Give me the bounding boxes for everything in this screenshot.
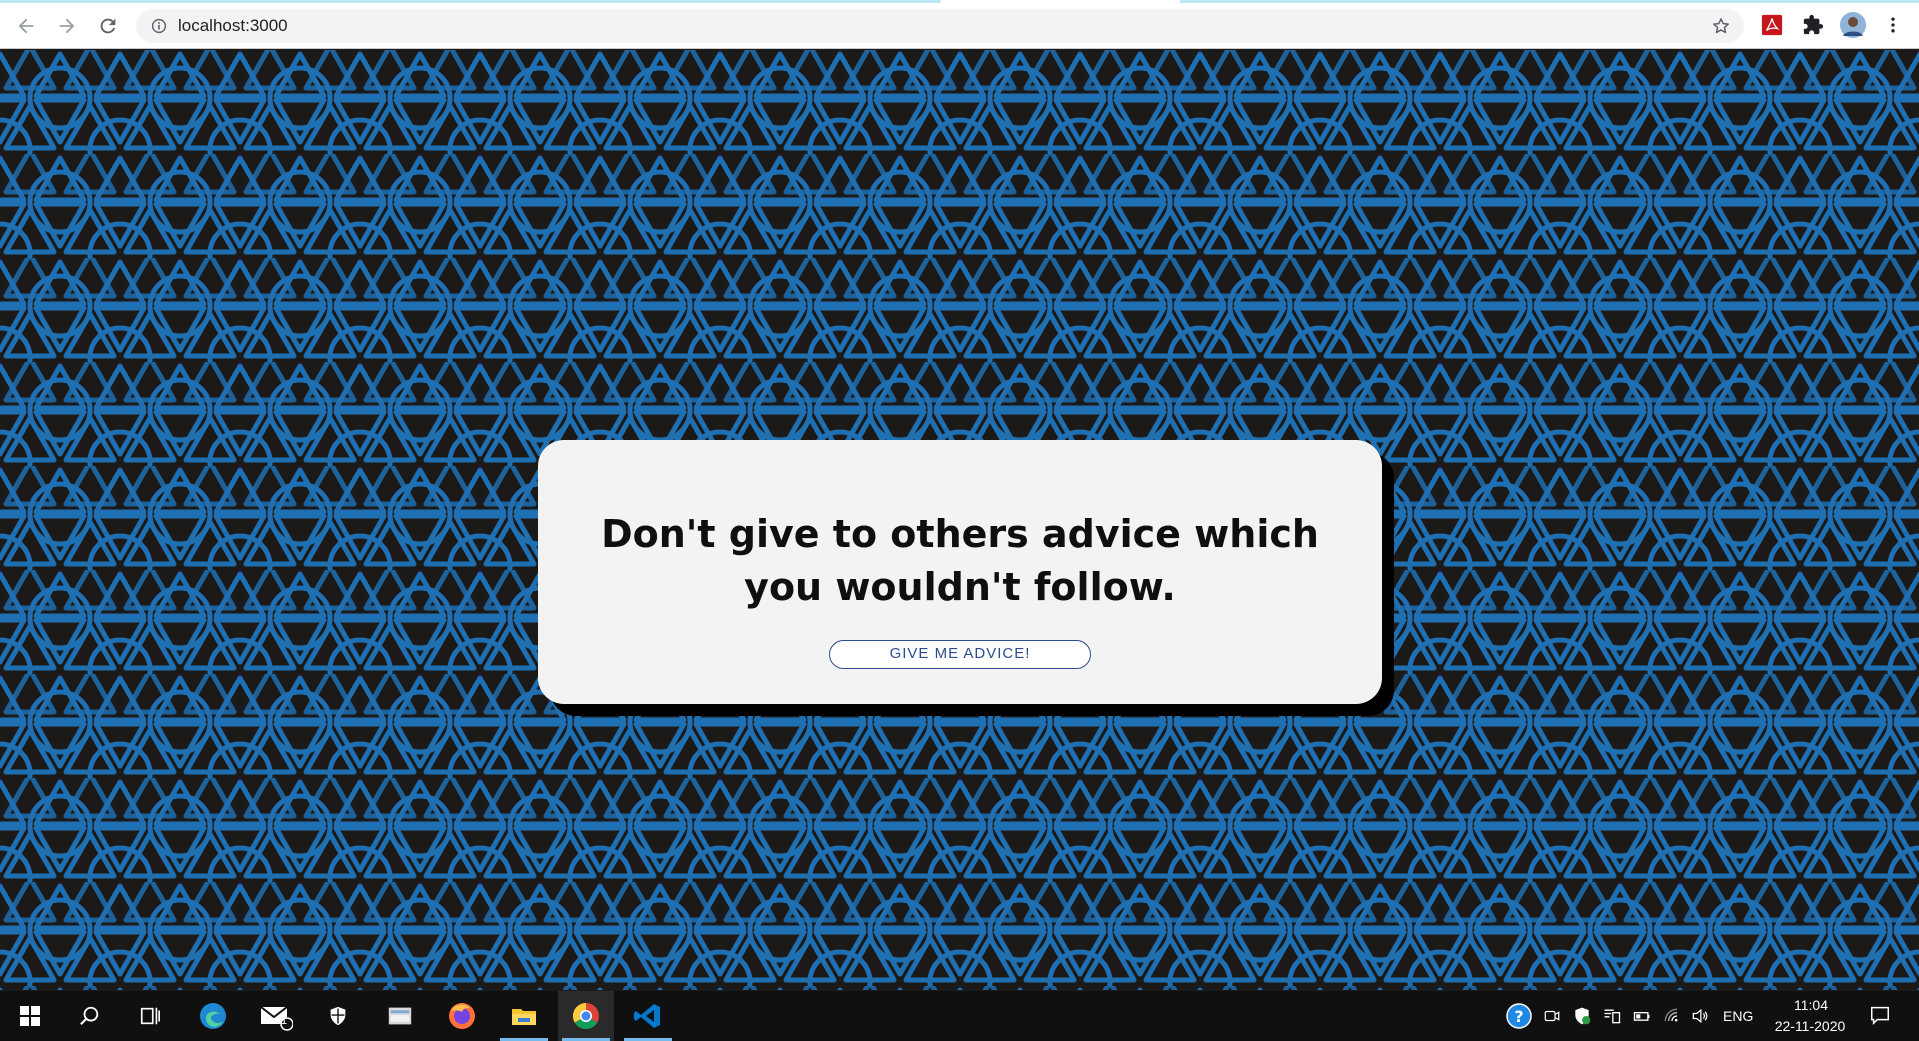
windows-security-taskbar-button[interactable]	[310, 991, 366, 1041]
file-explorer-taskbar-button[interactable]	[496, 991, 552, 1041]
menu-kebab-icon[interactable]	[1880, 12, 1906, 38]
forward-button[interactable]	[51, 10, 83, 42]
connect-tray-icon[interactable]	[1600, 1004, 1624, 1028]
file-manager-icon	[388, 1007, 412, 1025]
page-background: Don't give to others advice which you wo…	[0, 50, 1919, 990]
svg-text:?: ?	[1514, 1007, 1523, 1026]
windows-security-icon	[330, 1006, 346, 1026]
edge-taskbar-button[interactable]	[185, 991, 241, 1041]
clock-time[interactable]: 11:04	[1791, 997, 1831, 1013]
reload-button[interactable]	[92, 10, 124, 42]
meet-now-tray-icon[interactable]	[1540, 1004, 1564, 1028]
back-arrow-icon	[18, 18, 34, 34]
windows-start-button[interactable]	[2, 991, 58, 1041]
help-tray-icon[interactable]: ?	[1506, 1003, 1532, 1029]
back-button[interactable]	[10, 10, 42, 42]
address-bar[interactable]: localhost:3000	[136, 9, 1744, 43]
volume-tray-icon[interactable]	[1688, 1004, 1712, 1028]
file-manager-taskbar-button[interactable]	[372, 991, 428, 1041]
defender-tray-icon[interactable]	[1570, 1004, 1594, 1028]
wifi-tray-icon[interactable]	[1660, 1004, 1684, 1028]
advice-text: Don't give to others advice which you wo…	[601, 512, 1319, 609]
mail-taskbar-button[interactable]: 1	[248, 991, 304, 1041]
reload-icon	[100, 18, 116, 34]
mail-badge: 1	[281, 1015, 288, 1027]
chrome-icon	[572, 1002, 599, 1030]
extensions-puzzle-icon[interactable]	[1800, 12, 1826, 38]
taskbar-search-button[interactable]	[62, 991, 118, 1041]
desktop-screen: localhost:3000 Don't give to others advi…	[0, 0, 1919, 1041]
site-info-icon[interactable]	[150, 17, 168, 35]
file-explorer-icon	[512, 1009, 536, 1025]
vscode-taskbar-button[interactable]	[620, 991, 676, 1041]
task-view-button[interactable]	[122, 991, 178, 1041]
notification-center-icon[interactable]	[1868, 1003, 1892, 1027]
battery-tray-icon[interactable]	[1630, 1004, 1654, 1028]
task-view-icon	[140, 1007, 160, 1025]
language-indicator[interactable]: ENG	[1723, 1008, 1753, 1024]
chrome-taskbar-button[interactable]	[558, 991, 614, 1041]
give-me-advice-button[interactable]: GIVE ME ADVICE!	[829, 640, 1091, 669]
advice-card: Don't give to others advice which you wo…	[538, 440, 1382, 704]
vscode-icon	[634, 1004, 660, 1028]
windows-taskbar: 1 ? ENG 11:04 22-11-2020	[0, 991, 1919, 1041]
firefox-taskbar-button[interactable]	[434, 991, 490, 1041]
loading-bar	[0, 0, 1919, 3]
forward-arrow-icon	[59, 18, 75, 34]
clock-date[interactable]: 22-11-2020	[1770, 1018, 1850, 1034]
profile-avatar-icon[interactable]	[1840, 12, 1866, 38]
url-text: localhost:3000	[178, 16, 288, 35]
mail-icon	[260, 1006, 293, 1031]
bookmark-star-icon[interactable]	[1710, 15, 1732, 37]
browser-toolbar: localhost:3000	[0, 0, 1919, 49]
windows-start-icon	[20, 1006, 40, 1026]
edge-icon	[200, 1003, 226, 1029]
firefox-icon	[449, 1003, 475, 1029]
search-icon	[80, 1006, 99, 1025]
acrobat-extension-icon[interactable]	[1759, 12, 1785, 38]
